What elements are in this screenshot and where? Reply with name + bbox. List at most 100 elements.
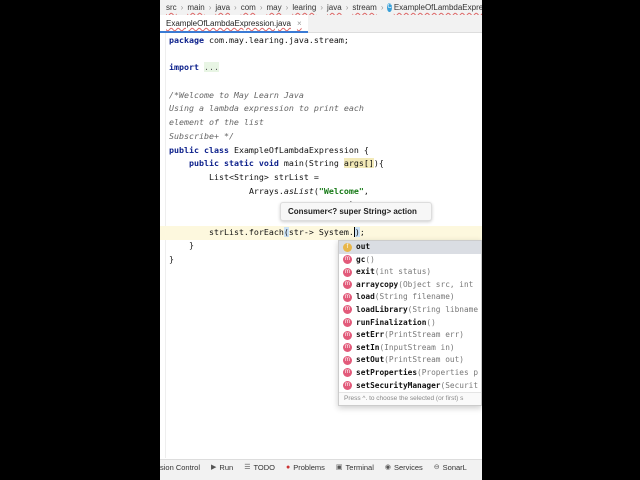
completion-item[interactable]: m load(String filename) [339, 291, 481, 304]
keyword: import [169, 62, 199, 73]
toolbar-label: Problems [293, 462, 325, 472]
method-icon: m [343, 330, 352, 340]
chevron-right-icon: › [259, 3, 263, 12]
toolbar-label: sion Control [160, 462, 201, 472]
code-text: Arrays. [248, 185, 284, 196]
code-text: ExampleOfLambdaExpression { [228, 144, 369, 155]
breadcrumb: src › main › java › com › may › learing › java › strea… [160, 0, 482, 15]
class-icon: C [387, 3, 392, 12]
breadcrumb-item[interactable]: ExampleOfLambdaExpression [394, 3, 482, 12]
toolbar-label: Terminal [345, 462, 374, 472]
code-text: , [363, 185, 369, 196]
comment-line: Subscribe+ */ [169, 130, 234, 141]
completion-name: loadLibrary [356, 304, 408, 314]
keyword: public class [169, 144, 229, 155]
breadcrumb-item[interactable]: java [215, 3, 230, 12]
code-editor[interactable]: package com.may.learing.java.stream; imp… [169, 34, 384, 267]
comment-line: Using a lambda expression to print each [169, 103, 364, 114]
code-text: } [169, 254, 174, 264]
breadcrumb-item[interactable]: com [241, 3, 256, 12]
toolbar-button-services[interactable]: ◉ Services [385, 463, 423, 472]
completion-item[interactable]: m setErr(PrintStream err) [339, 329, 481, 342]
code-line: import ... [169, 61, 384, 75]
toolbar-button-terminal[interactable]: ▣ Terminal [336, 463, 374, 472]
completion-item[interactable]: m loadLibrary(String libname [339, 304, 481, 317]
breadcrumb-item[interactable]: may [267, 3, 282, 12]
code-text: com.may.learing.java.stream; [203, 35, 349, 45]
breadcrumb-item[interactable]: java [327, 3, 342, 12]
completion-name: setErr [356, 330, 385, 340]
chevron-right-icon: › [234, 3, 237, 12]
completion-params: (String filename) [374, 292, 455, 302]
completion-name: setOut [356, 355, 385, 365]
completion-params: (Object src, int [398, 279, 474, 289]
completion-params: (Properties p [417, 367, 479, 377]
completion-params: (InputStream in) [379, 342, 455, 352]
completion-params: () [426, 317, 436, 327]
completion-item[interactable]: m setOut(PrintStream out) [339, 354, 481, 367]
completion-name: load [356, 292, 375, 302]
tab-example-of-lambda-expression[interactable]: ExampleOfLambdaExpression.java × [160, 15, 308, 33]
field-icon: f [343, 242, 352, 252]
chevron-right-icon: › [208, 3, 212, 12]
code-text: strList.forEach [208, 226, 284, 237]
code-line: strList.forEach(str-> System.); [169, 226, 384, 240]
method-icon: m [343, 255, 352, 265]
close-icon[interactable]: × [297, 19, 302, 28]
keyword: public static void [188, 158, 279, 169]
toolbar-icon: ▣ [335, 464, 343, 471]
completion-item[interactable]: m setSecurityManager(Securit [339, 380, 481, 393]
keyword: package [169, 35, 204, 45]
chevron-right-icon: › [180, 3, 184, 12]
comment-line: /*Welcome to May Learn Java [169, 89, 304, 100]
toolbar-icon: ▶ [211, 464, 217, 471]
completion-item[interactable]: m setIn(InputStream in) [339, 342, 481, 355]
breadcrumb-item[interactable]: learing [292, 3, 316, 12]
parameter-info-tooltip: Consumer<? super String> action [280, 202, 432, 221]
completion-hint: Press ^. to choose the selected (or firs… [339, 392, 481, 405]
completion-params: (PrintStream out) [384, 355, 464, 365]
chevron-right-icon: › [380, 3, 384, 12]
method-icon: m [343, 368, 352, 378]
code-line: Arrays.asList("Welcome", [169, 185, 384, 199]
completion-item[interactable]: f out [339, 241, 481, 254]
toolbar-button-problems[interactable]: ● Problems [286, 463, 325, 472]
completion-item[interactable]: m arraycopy(Object src, int [339, 279, 481, 292]
method-icon: m [343, 343, 352, 353]
code-text: asList [283, 185, 314, 196]
code-text: main(String [278, 158, 344, 169]
folded-imports[interactable]: ... [203, 62, 219, 73]
completion-item[interactable]: m setProperties(Properties p [339, 367, 481, 380]
toolbar-label: TODO [253, 462, 275, 472]
completion-name: exit [356, 267, 375, 277]
toolbar-button-sonarl[interactable]: ⊖ SonarL [434, 463, 467, 472]
completion-item[interactable]: m runFinalization() [339, 317, 481, 330]
completion-params: (int status) [374, 267, 432, 277]
completion-name: setIn [356, 342, 380, 352]
toolbar-button-todo[interactable]: ☰ TODO [244, 463, 275, 472]
comment-line: element of the list [169, 117, 264, 128]
toolbar-button-run[interactable]: ▶ Run [211, 463, 233, 472]
highlighted-param: args[] [343, 158, 374, 169]
method-icon: m [343, 305, 352, 315]
breadcrumb-item[interactable]: main [187, 3, 204, 12]
method-icon: m [343, 381, 352, 391]
code-text: str-> System. [288, 226, 354, 237]
code-text: List<String> strList = [208, 171, 319, 182]
code-text: } [188, 240, 194, 251]
breadcrumb-item[interactable]: stream [352, 3, 376, 12]
completion-item[interactable]: m exit(int status) [339, 266, 481, 279]
method-icon: m [343, 280, 352, 290]
completion-popup[interactable]: f out m gc() m exit(int status) m arraycopy(Obj… [338, 240, 482, 406]
toolbar-icon: ◉ [384, 464, 391, 471]
gutter [160, 33, 166, 458]
method-icon: m [343, 355, 352, 365]
toolbar-button-sion-control[interactable]: sion Control [160, 463, 200, 472]
code-line: public static void main(String args[]){ [169, 157, 384, 171]
toolbar-icon: ● [286, 463, 291, 471]
completion-name: arraycopy [356, 279, 399, 289]
string-literal: "Welcome" [318, 185, 364, 196]
completion-item[interactable]: m gc() [339, 254, 481, 267]
breadcrumb-item[interactable]: src [166, 3, 177, 12]
code-line: List<String> strList = [169, 171, 384, 185]
